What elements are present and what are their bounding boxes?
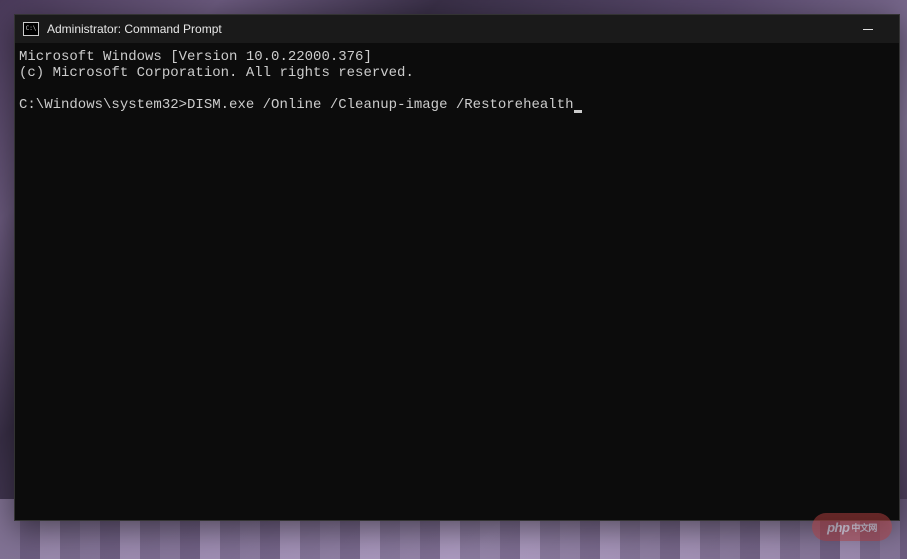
- terminal-header-line: Microsoft Windows [Version 10.0.22000.37…: [19, 49, 895, 65]
- minimize-icon: [863, 29, 873, 30]
- watermark-suffix: 中文网: [851, 521, 877, 534]
- terminal-command-input[interactable]: DISM.exe /Online /Cleanup-image /Restore…: [187, 97, 573, 113]
- terminal-prompt: C:\Windows\system32>: [19, 97, 187, 113]
- terminal-blank-line: [19, 81, 895, 97]
- cmd-icon: [23, 22, 39, 36]
- window-title: Administrator: Command Prompt: [47, 22, 845, 36]
- window-controls: [845, 15, 891, 43]
- terminal-output[interactable]: Microsoft Windows [Version 10.0.22000.37…: [15, 43, 899, 520]
- command-prompt-window: Administrator: Command Prompt Microsoft …: [14, 14, 900, 521]
- cursor-icon: [574, 110, 582, 113]
- titlebar[interactable]: Administrator: Command Prompt: [15, 15, 899, 43]
- minimize-button[interactable]: [845, 15, 891, 43]
- terminal-command-line: C:\Windows\system32>DISM.exe /Online /Cl…: [19, 97, 895, 113]
- watermark-brand: php: [827, 520, 849, 535]
- watermark-badge: php 中文网: [812, 513, 892, 541]
- terminal-copyright-line: (c) Microsoft Corporation. All rights re…: [19, 65, 895, 81]
